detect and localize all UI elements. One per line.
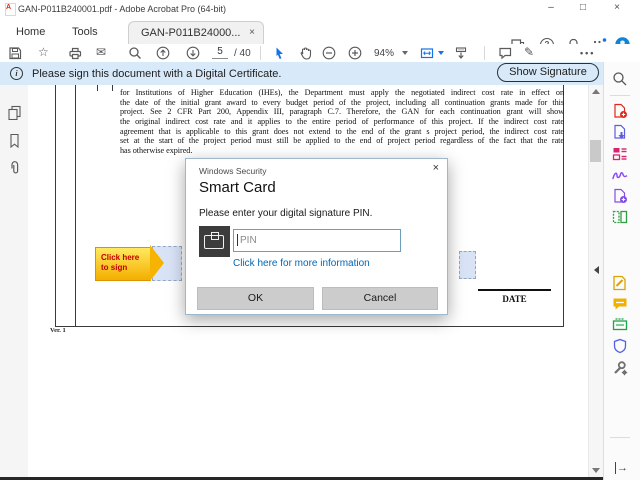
table-border	[75, 85, 76, 327]
tab-home[interactable]: Home	[16, 26, 45, 38]
export-pdf-icon[interactable]	[612, 124, 628, 140]
title-bar: A GAN-P011B240001.pdf - Adobe Acrobat Pr…	[0, 0, 640, 18]
comment-tool-icon[interactable]	[612, 296, 628, 312]
callout-text: to sign	[101, 263, 128, 272]
expand-panel-icon[interactable]: →	[615, 462, 628, 474]
request-signatures-icon[interactable]	[612, 167, 628, 183]
rail-divider	[610, 437, 630, 438]
windows-security-dialog: Windows Security × Smart Card Please ent…	[185, 158, 448, 315]
bookmarks-icon[interactable]	[7, 133, 22, 148]
signature-field-2[interactable]	[459, 251, 476, 279]
paragraph-line: project. See 2 CFR Part 200, Appendix II…	[120, 107, 564, 117]
callout-text: Click here	[101, 253, 140, 262]
callout-arrow	[150, 245, 164, 281]
maximize-button[interactable]: □	[572, 1, 594, 15]
cancel-button[interactable]: Cancel	[322, 287, 438, 310]
date-label: DATE	[502, 294, 527, 304]
hand-tool-icon[interactable]	[298, 46, 312, 60]
sign-here-callout[interactable]: Click here to sign	[95, 247, 151, 281]
print-icon[interactable]	[68, 46, 82, 60]
zoom-in-icon[interactable]	[348, 46, 362, 60]
combine-files-icon[interactable]	[612, 188, 628, 204]
pdf-file-icon: A	[5, 3, 16, 16]
paragraph-text: for Institutions of Higher Education (IH…	[120, 88, 564, 156]
tab-tools[interactable]: Tools	[72, 26, 98, 38]
show-signature-button[interactable]: Show Signature	[497, 63, 599, 82]
page-thumbnails-icon[interactable]	[7, 105, 22, 120]
notification-message: Please sign this document with a Digital…	[32, 68, 282, 80]
ok-button[interactable]: OK	[197, 287, 314, 310]
tab-close-icon[interactable]: ×	[249, 27, 255, 38]
more-tools-ellipsis-icon[interactable]: •••	[580, 48, 595, 58]
pin-prompt: Please enter your digital signature PIN.	[199, 208, 373, 219]
zoom-out-icon[interactable]	[322, 46, 336, 60]
organize-pages-icon[interactable]	[612, 209, 628, 225]
date-signature-line	[478, 289, 551, 291]
paragraph-line: has otherwise expired.	[120, 146, 193, 156]
scan-ocr-icon[interactable]	[612, 317, 628, 333]
fit-width-icon[interactable]	[420, 46, 434, 60]
previous-page-icon[interactable]	[156, 46, 170, 60]
protect-pdf-icon[interactable]	[612, 338, 628, 354]
edit-pdf-icon[interactable]	[612, 146, 628, 162]
fit-dropdown-icon[interactable]	[438, 51, 444, 55]
create-pdf-icon[interactable]	[612, 103, 628, 119]
page-number-input[interactable]: 5	[212, 46, 228, 59]
collapse-right-panel-icon[interactable]	[594, 266, 599, 274]
paragraph-line: the date of the initial grant award to e…	[120, 97, 564, 107]
table-border	[112, 85, 113, 91]
dialog-title: Smart Card	[199, 179, 276, 196]
pin-input[interactable]	[233, 229, 401, 252]
fill-sign-icon[interactable]	[612, 275, 628, 291]
toolbar-divider	[260, 46, 261, 60]
favorite-star-icon[interactable]: ☆	[38, 45, 49, 59]
email-icon[interactable]: ✉	[96, 45, 106, 59]
rail-divider	[610, 95, 630, 96]
scroll-mode-icon[interactable]	[454, 46, 468, 60]
table-border	[97, 85, 98, 91]
acrobat-window: A GAN-P011B240001.pdf - Adobe Acrobat Pr…	[0, 0, 640, 480]
text-caret	[237, 234, 238, 246]
scrollbar-thumb[interactable]	[590, 140, 601, 162]
paragraph-line: agreement that is applicable to this gra…	[120, 126, 564, 136]
find-icon[interactable]	[128, 46, 142, 60]
table-border	[55, 326, 564, 327]
tab-document[interactable]: GAN-P011B24000... ×	[128, 21, 264, 45]
paragraph-line: the original indirect cost rate and it a…	[120, 117, 564, 127]
next-page-icon[interactable]	[186, 46, 200, 60]
version-label: Ver. 1	[50, 327, 66, 334]
comment-icon[interactable]	[498, 46, 512, 60]
zoom-dropdown-icon[interactable]	[402, 51, 408, 55]
dialog-close-icon[interactable]: ×	[433, 162, 439, 174]
paragraph-line: set at the start of the project period m…	[120, 136, 564, 146]
attachments-icon[interactable]	[7, 160, 22, 175]
close-button[interactable]: ×	[606, 1, 628, 15]
more-information-link[interactable]: Click here for more information	[233, 258, 370, 269]
page-total-label: / 40	[234, 48, 251, 59]
scroll-up-icon[interactable]	[592, 89, 600, 94]
toolbar-divider	[484, 46, 485, 60]
minimize-button[interactable]: –	[540, 1, 562, 15]
search-icon[interactable]	[612, 71, 628, 87]
zoom-level-label[interactable]: 94%	[374, 48, 394, 59]
dialog-header: Windows Security	[199, 166, 267, 176]
table-border	[55, 85, 56, 327]
highlight-pen-icon[interactable]: ✎	[524, 45, 534, 59]
info-icon: i	[10, 67, 23, 80]
smart-card-icon	[199, 226, 230, 257]
select-tool-icon[interactable]	[272, 46, 286, 60]
paragraph-line: for Institutions of Higher Education (IH…	[120, 88, 564, 97]
more-tools-icon[interactable]	[612, 360, 628, 376]
save-icon[interactable]	[8, 46, 22, 60]
tab-document-label: GAN-P011B24000...	[141, 27, 241, 39]
tab-bar: Home Tools GAN-P011B24000... × ?	[0, 18, 640, 52]
scroll-down-icon[interactable]	[592, 468, 600, 473]
window-title: GAN-P011B240001.pdf - Adobe Acrobat Pro …	[18, 4, 226, 14]
